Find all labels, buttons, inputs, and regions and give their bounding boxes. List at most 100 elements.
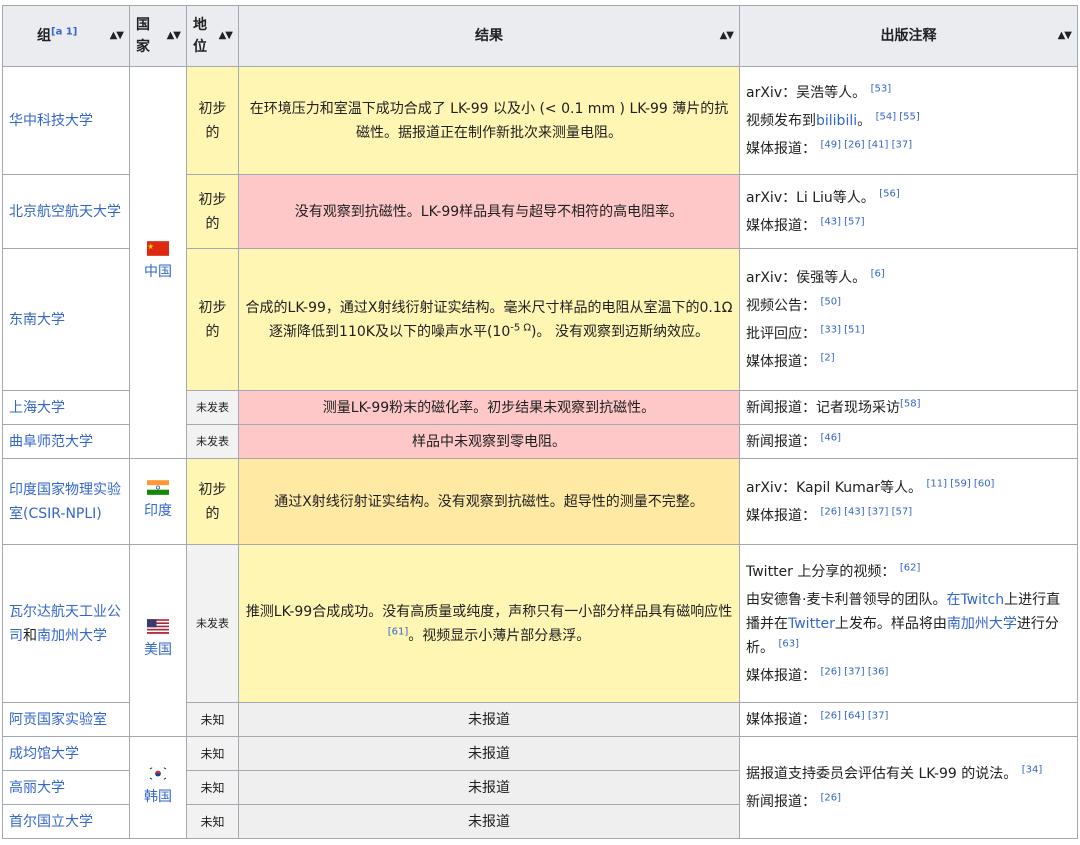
result-text: 没有观察到抗磁性。LK-99样品具有与超导不相符的高电阻率。	[294, 203, 684, 220]
pub-line: 视频发布到bilibili。 [54] [55]	[746, 109, 1071, 133]
sort-arrows-icon[interactable]: ▲▼	[110, 24, 124, 48]
pub-text: 新闻报道：	[746, 433, 816, 450]
pub-text: 媒体报道：	[746, 667, 816, 684]
country-cell-india: 印度	[129, 458, 187, 545]
header-row: 组[a 1] ▲▼ 国家 ▲▼ 地位 ▲▼ 结果 ▲▼ 出版注释 ▲▼	[2, 5, 1078, 67]
org-link[interactable]: 高丽大学	[9, 780, 65, 796]
publication-cell: arXiv：Li Liu等人。 [56] 媒体报道： [43] [57]	[739, 174, 1078, 249]
result-cell: 在环境压力和室温下成功合成了 LK-99 以及小 (< 0.1 mm ) LK-…	[238, 66, 740, 175]
status-cell: 初步的	[186, 458, 239, 545]
result-cell: 通过X射线衍射证实结构。没有观察到抗磁性。超导性的测量不完整。	[238, 458, 740, 545]
org-link[interactable]: 成均馆大学	[9, 746, 79, 762]
twitter-link[interactable]: Twitter	[788, 616, 835, 632]
country-link[interactable]: 中国	[144, 264, 172, 280]
org-cell: 华中科技大学	[2, 66, 130, 175]
org-link[interactable]: 南加州大学	[37, 628, 107, 644]
pub-line: 新闻报道： [46]	[746, 430, 1071, 454]
country-link[interactable]: 美国	[144, 642, 172, 658]
sort-arrows-icon[interactable]: ▲▼	[219, 25, 233, 47]
pub-text: 新闻报道：记者现场采访	[746, 399, 900, 416]
status-cell: 未知	[186, 804, 239, 839]
org-link[interactable]: 印度国家物理实验室(CSIR-NPLI)	[9, 482, 121, 522]
pub-refs[interactable]: [26]	[820, 792, 841, 803]
pub-refs[interactable]: [46]	[820, 432, 841, 443]
pub-text: 媒体报道：	[746, 507, 816, 524]
result-text: 未报道	[468, 779, 510, 796]
result-text: 未报道	[468, 711, 510, 728]
pub-text: arXiv：Li Liu等人。	[746, 189, 875, 206]
header-result[interactable]: 结果 ▲▼	[238, 5, 740, 67]
pub-refs[interactable]: [33] [51]	[820, 324, 864, 335]
pub-refs[interactable]: [62]	[900, 562, 921, 573]
status-text: 初步的	[198, 100, 227, 141]
pub-text: 视频发布到	[746, 112, 816, 129]
status-cell: 初步的	[186, 248, 239, 391]
publication-cell: arXiv：Kapil Kumar等人。 [11] [59] [60] 媒体报道…	[739, 458, 1078, 545]
pub-refs[interactable]: [56]	[879, 188, 900, 199]
status-text: 未知	[200, 712, 225, 727]
country-link[interactable]: 韩国	[144, 789, 172, 805]
usc-link[interactable]: 南加州大学	[947, 616, 1017, 632]
pub-refs[interactable]: [50]	[820, 296, 841, 307]
pub-refs[interactable]: [6]	[871, 268, 885, 279]
pub-refs[interactable]: [49] [26] [41] [37]	[820, 139, 912, 150]
table-row: 瓦尔达航天工业公司和南加州大学 美国 未发表 推测LK-99合成成功。没有高质量…	[2, 544, 1078, 737]
pub-text: arXiv：吴浩等人。	[746, 84, 867, 101]
header-group-note[interactable]: [a 1]	[51, 26, 77, 37]
pub-refs[interactable]: [34]	[1022, 764, 1043, 775]
header-country[interactable]: 国家 ▲▼	[129, 5, 187, 67]
pub-refs[interactable]: [11] [59] [60]	[927, 478, 995, 489]
status-cell: 未发表	[186, 424, 239, 459]
result-refs[interactable]: [61]	[388, 626, 409, 637]
pub-refs[interactable]: [2]	[820, 352, 834, 363]
result-text: 推测LK-99合成成功。没有高质量或纯度，声称只有一小部分样品具有磁响应性	[245, 603, 733, 620]
pub-text: 上发布。样品将由	[834, 615, 947, 632]
org-link[interactable]: 阿贡国家实验室	[9, 712, 107, 728]
twitch-link[interactable]: 在Twitch	[946, 592, 1004, 608]
status-cell: 未知	[186, 702, 239, 737]
pub-line: 媒体报道： [26] [37] [36]	[746, 664, 1071, 688]
pub-refs[interactable]: [53]	[871, 83, 892, 94]
pub-refs[interactable]: [58]	[900, 398, 921, 409]
sort-arrows-icon[interactable]: ▲▼	[1058, 24, 1072, 48]
status-cell: 未发表	[186, 390, 239, 425]
result-cell: 没有观察到抗磁性。LK-99样品具有与超导不相符的高电阻率。	[238, 174, 740, 249]
sort-arrows-icon[interactable]: ▲▼	[167, 25, 181, 47]
result-text: 未报道	[468, 745, 510, 762]
publication-cell: 新闻报道：记者现场采访[58]	[739, 390, 1078, 425]
org-link[interactable]: 上海大学	[9, 400, 65, 416]
pub-refs[interactable]: [26] [43] [37] [57]	[820, 506, 912, 517]
china-flag-icon	[147, 241, 169, 256]
pub-text: 媒体报道：	[746, 353, 816, 370]
org-link[interactable]: 北京航空航天大学	[9, 204, 121, 220]
org-link[interactable]: 曲阜师范大学	[9, 434, 93, 450]
pub-line: 批评回应： [33] [51]	[746, 322, 1071, 346]
status-text: 未发表	[196, 434, 229, 448]
pub-refs[interactable]: [54] [55]	[876, 111, 920, 122]
country-cell-usa: 美国	[129, 544, 187, 737]
country-link[interactable]: 印度	[144, 503, 172, 519]
pub-refs[interactable]: [26] [64] [37]	[820, 710, 888, 721]
pub-refs[interactable]: [63]	[778, 638, 799, 649]
bilibili-link[interactable]: bilibili	[816, 113, 857, 129]
status-text: 未发表	[196, 616, 229, 630]
pub-refs[interactable]: [26] [37] [36]	[820, 666, 888, 677]
result-text: 样品中未观察到零电阻。	[412, 433, 566, 450]
table-row: 成均馆大学 韩国 未知 未报道 据报道支持委员会评估有关 LK-99 的说法。 …	[2, 736, 1078, 839]
sort-arrows-icon[interactable]: ▲▼	[720, 24, 734, 48]
header-group[interactable]: 组[a 1] ▲▼	[2, 5, 130, 67]
pub-refs[interactable]: [43] [57]	[820, 216, 864, 227]
header-publication[interactable]: 出版注释 ▲▼	[739, 5, 1078, 67]
status-cell: 初步的	[186, 66, 239, 175]
org-link[interactable]: 东南大学	[9, 312, 65, 328]
publication-cell: 新闻报道： [46]	[739, 424, 1078, 459]
org-link[interactable]: 华中科技大学	[9, 113, 93, 129]
header-result-label: 结果	[475, 28, 503, 44]
table-row: 华中科技大学 中国 初步的 在环境压力和室温下成功合成了 LK-99 以及小 (…	[2, 66, 1078, 459]
header-status[interactable]: 地位 ▲▼	[186, 5, 239, 67]
org-link[interactable]: 首尔国立大学	[9, 814, 93, 830]
result-text: 测量LK-99粉末的磁化率。初步结果未观察到抗磁性。	[322, 399, 656, 416]
status-cell: 未发表	[186, 544, 239, 703]
pub-line: 据报道支持委员会评估有关 LK-99 的说法。 [34]	[746, 762, 1071, 786]
result-cell: 合成的LK-99，通过X射线衍射证实结构。毫米尺寸样品的电阻从室温下的0.1Ω逐…	[238, 248, 740, 391]
